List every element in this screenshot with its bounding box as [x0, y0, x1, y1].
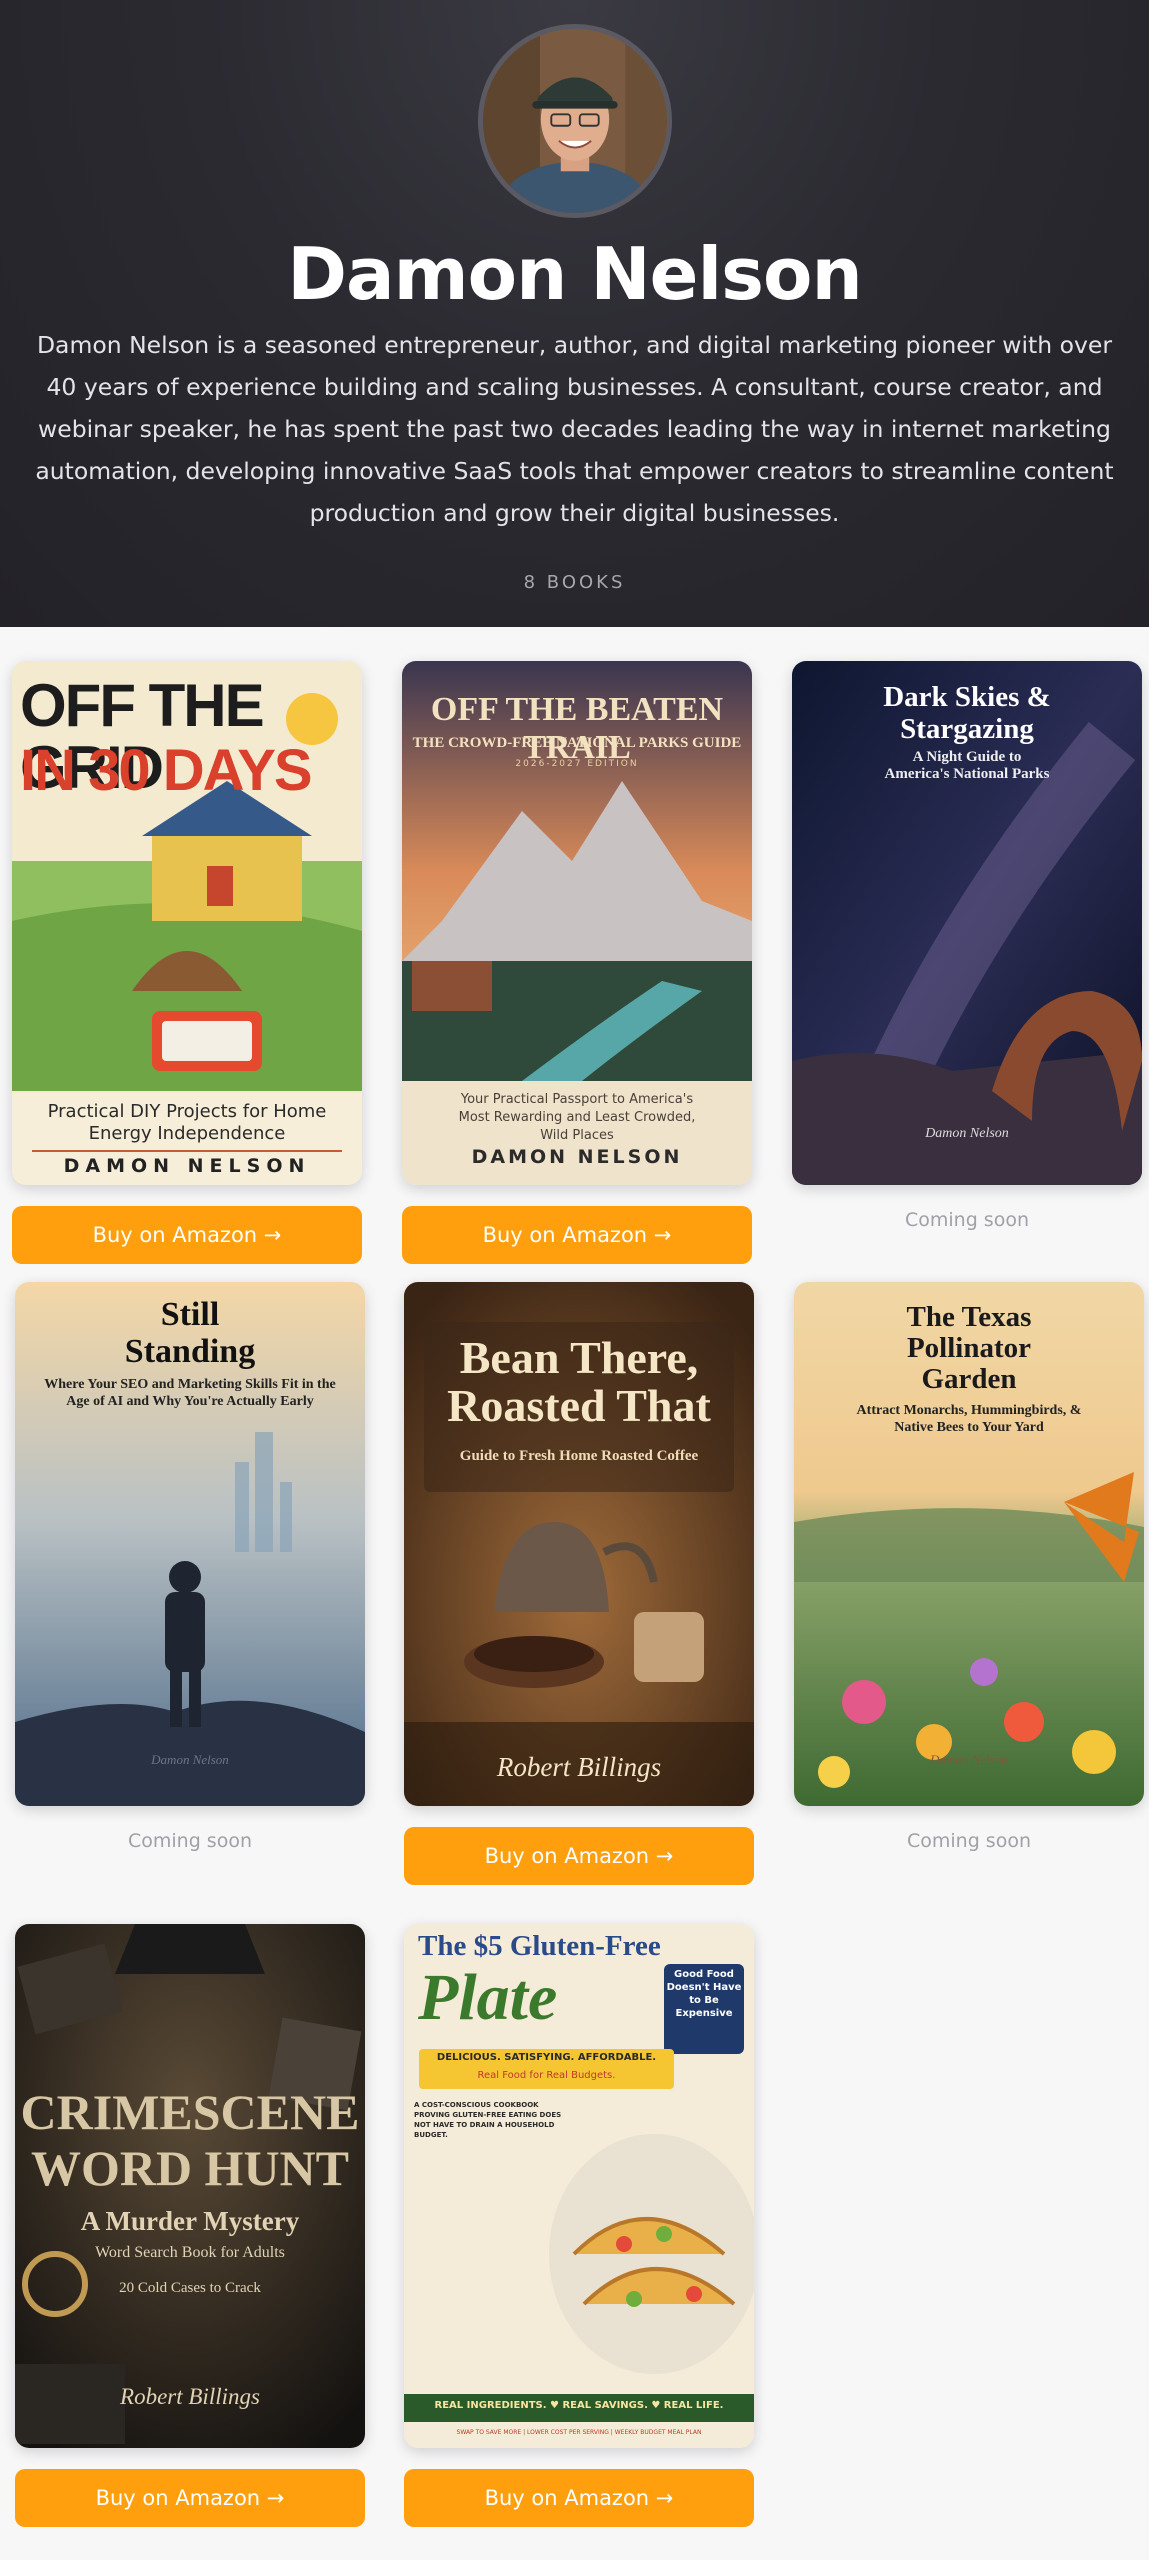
coming-soon-label: Coming soon — [906, 1830, 1031, 1852]
book-author: DAMON NELSON — [471, 1146, 683, 1168]
coming-soon-label: Coming soon — [904, 1209, 1029, 1231]
book-cover[interactable]: Still Standing Where Your SEO and Market… — [15, 1282, 365, 1806]
buy-on-amazon-button[interactable]: Buy on Amazon → — [404, 1827, 754, 1885]
book-author: Robert Billings — [120, 2384, 260, 2409]
author-header: Damon Nelson Damon Nelson is a seasoned … — [0, 0, 1149, 627]
author-avatar — [478, 24, 672, 218]
book-title: The Texas Pollinator Garden — [906, 1301, 1032, 1395]
coming-soon-label: Coming soon — [127, 1830, 252, 1852]
buy-on-amazon-button[interactable]: Buy on Amazon → — [12, 1206, 362, 1264]
book-card: CRIMESCENE WORD HUNT A Murder Mystery Wo… — [15, 1924, 365, 2527]
book-title-line2: WORD HUNT — [30, 2140, 350, 2196]
book-subtitle: A Night Guide to America's National Park… — [884, 749, 1050, 782]
book-cover[interactable]: The $5 Gluten-Free Plate Good Food Doesn… — [404, 1924, 754, 2448]
author-name: Damon Nelson — [287, 232, 863, 316]
book-edition: 2026-2027 EDITION — [515, 759, 639, 769]
book-card: Bean There, Roasted That Guide to Fresh … — [404, 1282, 754, 1885]
book-tagline: 20 Cold Cases to Crack — [119, 2280, 261, 2296]
buy-on-amazon-button[interactable]: Buy on Amazon → — [402, 1206, 752, 1264]
book-subtitle: DELICIOUS. SATISFYING. AFFORDABLE. — [436, 2052, 657, 2063]
book-subtitle-2: Real Food for Real Budgets. — [477, 2070, 616, 2081]
book-title-line2: IN 30 DAYS — [20, 738, 313, 803]
book-card: OFF THE BEATEN TRAIL THE CROWD-FREE NATI… — [402, 661, 752, 1264]
book-card: The Texas Pollinator Garden Attract Mona… — [794, 1282, 1144, 1852]
book-cover[interactable]: Dark Skies & Stargazing A Night Guide to… — [792, 661, 1142, 1185]
book-title: CRIMESCENE — [20, 2084, 360, 2140]
book-subtitle: Where Your SEO and Marketing Skills Fit … — [44, 1377, 336, 1409]
book-badge: Good Food Doesn't Have to Be Expensive — [666, 1969, 742, 2019]
book-subtitle: A Murder Mystery — [80, 2206, 300, 2236]
book-card: Still Standing Where Your SEO and Market… — [15, 1282, 365, 1852]
book-author: Damon Nelson — [930, 1752, 1008, 1767]
book-subtitle: Attract Monarchs, Hummingbirds, & Native… — [856, 1403, 1082, 1435]
author-bio: Damon Nelson is a seasoned entrepreneur,… — [35, 331, 1114, 527]
book-title: Still Standing — [124, 1296, 256, 1370]
book-card: The $5 Gluten-Free Plate Good Food Doesn… — [404, 1924, 754, 2527]
book-author: Damon Nelson — [151, 1752, 229, 1767]
book-cover[interactable]: Bean There, Roasted That Guide to Fresh … — [404, 1282, 754, 1806]
book-card: OFF THE GRID IN 30 DAYS Practical DIY Pr… — [12, 661, 362, 1264]
book-blurb: A COST-CONSCIOUS COOKBOOK PROVING GLUTEN… — [414, 2101, 562, 2139]
book-subtitle: Practical DIY Projects for Home Energy I… — [47, 1101, 327, 1144]
book-subtitle: Guide to Fresh Home Roasted Coffee — [459, 1448, 699, 1464]
book-cover[interactable]: OFF THE GRID IN 30 DAYS Practical DIY Pr… — [12, 661, 362, 1185]
book-tagline: Your Practical Passport to America's Mos… — [458, 1092, 696, 1143]
book-title: Dark Skies & Stargazing — [883, 681, 1051, 745]
book-author: Damon Nelson — [925, 1126, 1009, 1141]
buy-on-amazon-button[interactable]: Buy on Amazon → — [15, 2469, 365, 2527]
book-footer-2: SWAP TO SAVE MORE | LOWER COST PER SERVI… — [456, 2429, 702, 2436]
book-author: Robert Billings — [496, 1752, 662, 1782]
book-subtitle: THE CROWD-FREE NATIONAL PARKS GUIDE — [412, 735, 742, 751]
book-card: Dark Skies & Stargazing A Night Guide to… — [792, 661, 1142, 1231]
book-title: Bean There, Roasted That — [447, 1332, 711, 1431]
book-cover[interactable]: CRIMESCENE WORD HUNT A Murder Mystery Wo… — [15, 1924, 365, 2448]
book-count: 8 BOOKS — [523, 572, 626, 593]
book-title: The $5 Gluten-Free — [418, 1930, 661, 1962]
book-cover[interactable]: The Texas Pollinator Garden Attract Mona… — [794, 1282, 1144, 1806]
book-footer: REAL INGREDIENTS. ♥ REAL SAVINGS. ♥ REAL… — [434, 2400, 724, 2411]
book-author: DAMON NELSON — [63, 1155, 311, 1177]
book-cover[interactable]: OFF THE BEATEN TRAIL THE CROWD-FREE NATI… — [402, 661, 752, 1185]
book-title: OFF THE BEATEN TRAIL — [430, 691, 724, 766]
buy-on-amazon-button[interactable]: Buy on Amazon → — [404, 2469, 754, 2527]
book-subtitle-2: Word Search Book for Adults — [95, 2244, 285, 2261]
